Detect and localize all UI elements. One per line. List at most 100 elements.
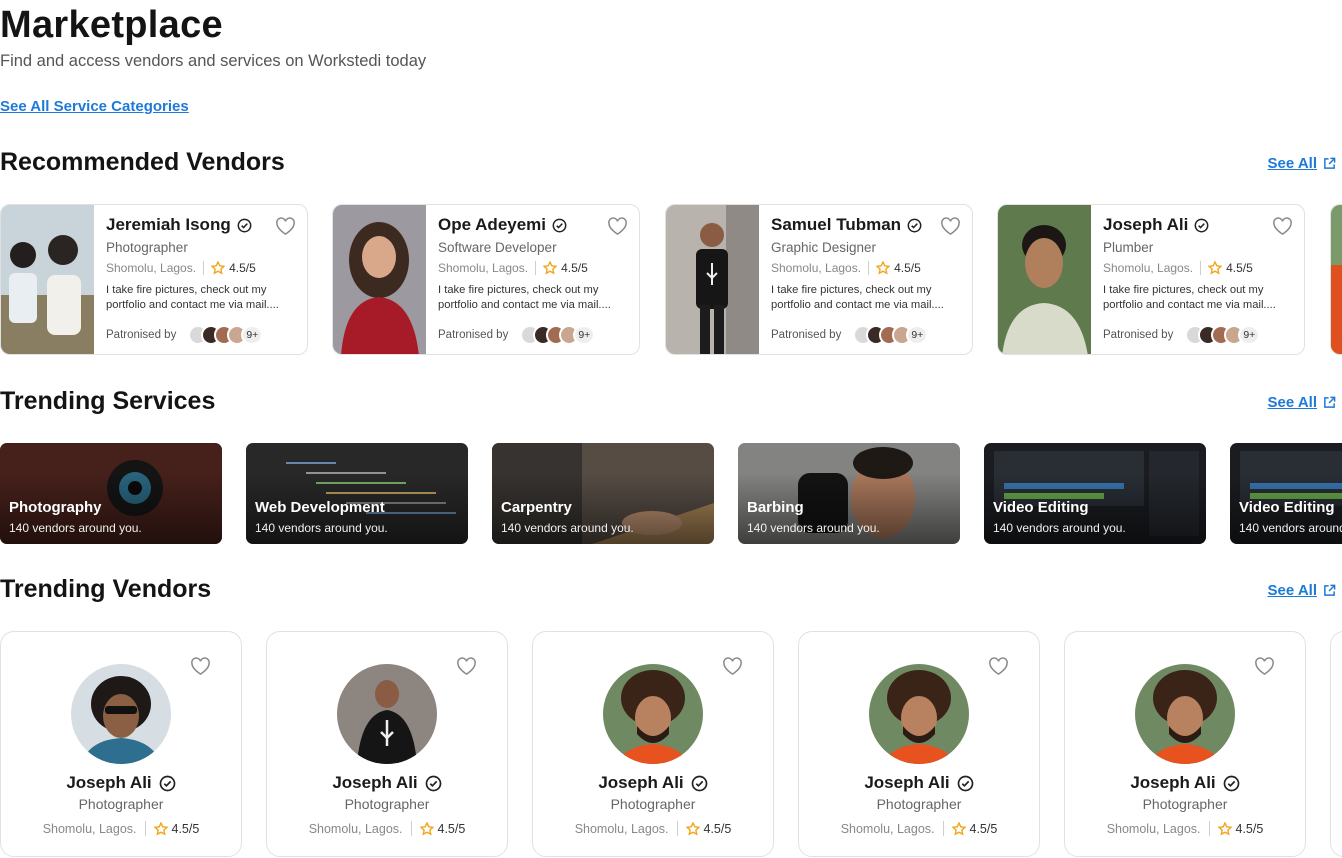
external-link-icon <box>1324 396 1336 408</box>
vendor-name: Joseph Ali <box>598 773 684 792</box>
services-see-all-link[interactable]: See All <box>1268 394 1336 411</box>
vendor-photo <box>998 205 1091 354</box>
verified-badge-icon <box>425 775 442 791</box>
trending-vendors-row: Joseph Ali Photographer Shomolu, Lagos. 4… <box>0 631 1342 858</box>
vendor-role: Software Developer <box>438 240 557 255</box>
heart-icon[interactable] <box>940 217 961 236</box>
recommended-vendor-card[interactable]: Ope Adeyemi Software Developer Shomolu, … <box>332 204 640 355</box>
trending-vendor-card[interactable]: Joseph Ali Photographer Shomolu, Lagos. 4… <box>798 631 1040 857</box>
page-subtitle: Find and access vendors and services on … <box>0 52 427 70</box>
vendor-rating: 4.5/5 <box>894 261 921 275</box>
see-all-label: See All <box>1267 155 1317 172</box>
page-title: Marketplace <box>0 4 223 46</box>
vendor-location: Shomolu, Lagos. <box>574 821 669 836</box>
vendor-avatar <box>71 664 171 764</box>
recommended-vendors-title: Recommended Vendors <box>0 148 285 176</box>
more-patrons-badge: 9+ <box>906 325 929 345</box>
vendor-location: Shomolu, Lagos. <box>308 821 403 836</box>
vendor-role: Photographer <box>344 796 430 812</box>
service-card[interactable]: Web Development 140 vendors around you. <box>246 443 468 544</box>
trending-vendors-title: Trending Vendors <box>0 575 212 603</box>
vendor-role: Photographer <box>1142 796 1228 812</box>
external-link-icon <box>1324 584 1336 596</box>
vendor-name: Joseph Ali <box>66 773 152 792</box>
vendor-photo <box>666 205 759 354</box>
vendor-rating: 4.5/5 <box>561 261 588 275</box>
external-link-icon <box>1324 157 1336 169</box>
vendor-role: Photographer <box>876 796 962 812</box>
verified-badge-icon <box>691 775 708 791</box>
trending-vendor-card[interactable]: Joseph Ali Photographer Shomolu, Lagos. 4… <box>1064 631 1306 857</box>
patronised-by-label: Patronised by <box>106 329 177 341</box>
vendor-location: Shomolu, Lagos. <box>438 261 529 275</box>
vendor-photo <box>1 205 94 354</box>
trending-services-row: Photography 140 vendors around you. Web … <box>0 443 1342 545</box>
heart-icon[interactable] <box>988 657 1009 676</box>
star-icon <box>1217 821 1232 836</box>
vendor-rating: 4.5/5 <box>1226 261 1253 275</box>
patron-avatars: 9+ <box>520 325 596 345</box>
recommended-vendor-card[interactable]: Jeremiah Isong Photographer Shomolu, Lag… <box>0 204 308 355</box>
patronised-by-label: Patronised by <box>438 329 509 341</box>
service-card[interactable]: Video Editing 140 vendors around you. <box>984 443 1206 544</box>
vendor-photo <box>333 205 426 354</box>
vendor-location: Shomolu, Lagos. <box>42 821 137 836</box>
trending-services-title: Trending Services <box>0 387 216 415</box>
vendor-rating: 4.5/5 <box>969 821 998 836</box>
star-icon <box>876 261 891 275</box>
service-card[interactable]: Barbing 140 vendors around you. <box>738 443 960 544</box>
recommended-see-all-link[interactable]: See All <box>1268 155 1336 172</box>
verified-badge-icon <box>907 218 922 232</box>
service-name: Web Development <box>255 499 385 516</box>
verified-badge-icon <box>552 218 567 232</box>
trending-vendor-card[interactable]: Joseph Ali Photographer Shomolu, Lagos. 4… <box>266 631 508 857</box>
service-name: Video Editing <box>1239 499 1335 516</box>
vendors-see-all-link[interactable]: See All <box>1268 582 1336 599</box>
vendor-name: Joseph Ali <box>332 773 418 792</box>
more-patrons-badge: 9+ <box>241 325 264 345</box>
vendor-avatar <box>337 664 437 764</box>
trending-vendor-card-partial[interactable] <box>1330 631 1342 857</box>
vendor-avatar <box>603 664 703 764</box>
verified-badge-icon <box>159 775 176 791</box>
vendor-rating: 4.5/5 <box>229 261 256 275</box>
heart-icon[interactable] <box>275 217 296 236</box>
service-name: Video Editing <box>993 499 1089 516</box>
vendor-name: Samuel Tubman <box>771 215 902 234</box>
vendor-description: I take fire pictures, check out my portf… <box>771 284 944 311</box>
star-icon <box>951 821 966 836</box>
recommended-vendors-row: Jeremiah Isong Photographer Shomolu, Lag… <box>0 204 1342 356</box>
heart-icon[interactable] <box>722 657 743 676</box>
vendor-rating: 4.5/5 <box>171 821 200 836</box>
patron-avatars: 9+ <box>1185 325 1261 345</box>
heart-icon[interactable] <box>1272 217 1293 236</box>
recommended-vendor-card[interactable]: Joseph Ali Plumber Shomolu, Lagos. 4.5/5 … <box>997 204 1305 355</box>
heart-icon[interactable] <box>1254 657 1275 676</box>
vendor-name: Joseph Ali <box>864 773 950 792</box>
vendor-role: Graphic Designer <box>771 240 877 255</box>
heart-icon[interactable] <box>456 657 477 676</box>
patronised-by-label: Patronised by <box>771 329 842 341</box>
vendor-location: Shomolu, Lagos. <box>1106 821 1201 836</box>
trending-vendor-card[interactable]: Joseph Ali Photographer Shomolu, Lagos. 4… <box>0 631 242 857</box>
vendor-location: Shomolu, Lagos. <box>771 261 862 275</box>
recommended-vendor-card[interactable]: Samuel Tubman Graphic Designer Shomolu, … <box>665 204 973 355</box>
vendor-name: Joseph Ali <box>1130 773 1216 792</box>
vendor-location: Shomolu, Lagos. <box>840 821 935 836</box>
vendor-name: Jeremiah Isong <box>106 215 231 234</box>
service-vendor-count: 140 vendors around you. <box>9 521 142 535</box>
service-card[interactable]: Video Editing 140 vendors around you. <box>1230 443 1342 544</box>
patron-avatars: 9+ <box>853 325 929 345</box>
heart-icon[interactable] <box>607 217 628 236</box>
recommended-vendor-card-partial[interactable] <box>1330 204 1342 355</box>
service-vendor-count: 140 vendors around you. <box>993 521 1126 535</box>
vendor-location: Shomolu, Lagos. <box>1103 261 1194 275</box>
see-all-categories-link[interactable]: See All Service Categories <box>0 98 189 115</box>
vendor-role: Plumber <box>1103 240 1154 255</box>
service-card[interactable]: Carpentry 140 vendors around you. <box>492 443 714 544</box>
heart-icon[interactable] <box>190 657 211 676</box>
verified-badge-icon <box>237 218 252 232</box>
trending-vendor-card[interactable]: Joseph Ali Photographer Shomolu, Lagos. 4… <box>532 631 774 857</box>
service-vendor-count: 140 vendors around you. <box>747 521 880 535</box>
service-card[interactable]: Photography 140 vendors around you. <box>0 443 222 544</box>
